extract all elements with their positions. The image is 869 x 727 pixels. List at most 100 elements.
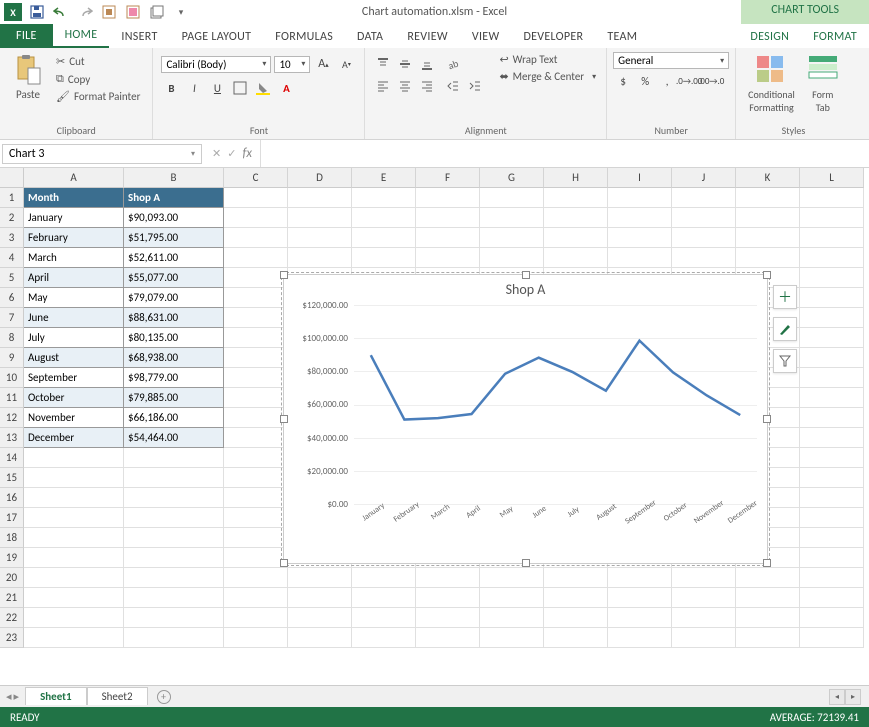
font-color-button[interactable]: A xyxy=(276,78,296,98)
add-sheet-button[interactable]: + xyxy=(154,687,174,707)
cell-A14[interactable] xyxy=(24,448,124,468)
cell-J20[interactable] xyxy=(672,568,736,588)
merge-center-button[interactable]: ⬌Merge & Center▾ xyxy=(495,69,600,84)
cell-I21[interactable] xyxy=(608,588,672,608)
tab-page-layout[interactable]: PAGE LAYOUT xyxy=(170,26,264,48)
cell-H3[interactable] xyxy=(544,228,608,248)
cell-B13[interactable]: $54,464.00 xyxy=(124,428,224,448)
cell-G21[interactable] xyxy=(480,588,544,608)
cell-B3[interactable]: $51,795.00 xyxy=(124,228,224,248)
cell-L20[interactable] xyxy=(800,568,864,588)
cell-B6[interactable]: $79,079.00 xyxy=(124,288,224,308)
row-header-22[interactable]: 22 xyxy=(0,608,24,628)
cut-button[interactable]: ✂Cut xyxy=(52,54,144,69)
col-header-L[interactable]: L xyxy=(800,168,864,188)
sheet-tab-2[interactable]: Sheet2 xyxy=(87,687,148,705)
cell-E4[interactable] xyxy=(352,248,416,268)
font-size-combo[interactable]: 10▾ xyxy=(274,56,310,73)
cell-B8[interactable]: $80,135.00 xyxy=(124,328,224,348)
tab-format[interactable]: FORMAT xyxy=(801,26,869,48)
row-header-19[interactable]: 19 xyxy=(0,548,24,568)
cell-B5[interactable]: $55,077.00 xyxy=(124,268,224,288)
row-header-15[interactable]: 15 xyxy=(0,468,24,488)
cell-B21[interactable] xyxy=(124,588,224,608)
chart-filters-button[interactable] xyxy=(773,349,797,373)
col-header-F[interactable]: F xyxy=(416,168,480,188)
cell-H22[interactable] xyxy=(544,608,608,628)
cell-C3[interactable] xyxy=(224,228,288,248)
tab-review[interactable]: REVIEW xyxy=(395,26,460,48)
font-name-combo[interactable]: Calibri (Body)▾ xyxy=(161,56,271,73)
cell-D23[interactable] xyxy=(288,628,352,648)
cell-E20[interactable] xyxy=(352,568,416,588)
col-header-B[interactable]: B xyxy=(124,168,224,188)
cell-A16[interactable] xyxy=(24,488,124,508)
cell-A15[interactable] xyxy=(24,468,124,488)
comma-button[interactable]: , xyxy=(657,71,677,91)
qat-button-2[interactable] xyxy=(122,1,144,23)
cell-D1[interactable] xyxy=(288,188,352,208)
cell-B2[interactable]: $90,093.00 xyxy=(124,208,224,228)
col-header-C[interactable]: C xyxy=(224,168,288,188)
row-header-7[interactable]: 7 xyxy=(0,308,24,328)
cell-H23[interactable] xyxy=(544,628,608,648)
align-left-icon[interactable] xyxy=(373,76,393,96)
cell-D20[interactable] xyxy=(288,568,352,588)
increase-font-icon[interactable]: A▴ xyxy=(313,54,333,74)
cell-J4[interactable] xyxy=(672,248,736,268)
cell-G22[interactable] xyxy=(480,608,544,628)
cell-G23[interactable] xyxy=(480,628,544,648)
cell-C18[interactable] xyxy=(224,528,288,548)
name-box[interactable]: Chart 3▾ xyxy=(2,144,202,164)
cell-K22[interactable] xyxy=(736,608,800,628)
cell-C1[interactable] xyxy=(224,188,288,208)
cell-I3[interactable] xyxy=(608,228,672,248)
tab-insert[interactable]: INSERT xyxy=(109,26,169,48)
row-header-18[interactable]: 18 xyxy=(0,528,24,548)
tab-scroll-left-icon[interactable]: ◂ xyxy=(6,690,12,703)
qat-customize-icon[interactable]: ▾ xyxy=(170,1,192,23)
cell-L8[interactable] xyxy=(800,328,864,348)
cell-A4[interactable]: March xyxy=(24,248,124,268)
row-header-17[interactable]: 17 xyxy=(0,508,24,528)
redo-icon[interactable] xyxy=(74,1,96,23)
align-middle-icon[interactable] xyxy=(395,54,415,74)
cell-L11[interactable] xyxy=(800,388,864,408)
sheet-tab-1[interactable]: Sheet1 xyxy=(25,687,87,705)
cell-D3[interactable] xyxy=(288,228,352,248)
cell-G20[interactable] xyxy=(480,568,544,588)
worksheet[interactable]: ABCDEFGHIJKL1MonthShop A2January$90,093.… xyxy=(0,168,869,698)
cell-L22[interactable] xyxy=(800,608,864,628)
save-icon[interactable] xyxy=(26,1,48,23)
cell-L16[interactable] xyxy=(800,488,864,508)
cell-A1[interactable]: Month xyxy=(24,188,124,208)
increase-decimal-icon[interactable]: .0→.00 xyxy=(679,71,699,91)
tab-view[interactable]: VIEW xyxy=(460,26,512,48)
col-header-E[interactable]: E xyxy=(352,168,416,188)
tab-file[interactable]: FILE xyxy=(0,24,53,48)
cell-B20[interactable] xyxy=(124,568,224,588)
cell-E23[interactable] xyxy=(352,628,416,648)
border-button[interactable] xyxy=(230,78,250,98)
cell-K21[interactable] xyxy=(736,588,800,608)
formula-input[interactable] xyxy=(260,140,869,167)
cell-E21[interactable] xyxy=(352,588,416,608)
col-header-H[interactable]: H xyxy=(544,168,608,188)
row-header-12[interactable]: 12 xyxy=(0,408,24,428)
cell-C19[interactable] xyxy=(224,548,288,568)
cell-A13[interactable]: December xyxy=(24,428,124,448)
cell-F20[interactable] xyxy=(416,568,480,588)
cell-A17[interactable] xyxy=(24,508,124,528)
cell-L21[interactable] xyxy=(800,588,864,608)
row-header-13[interactable]: 13 xyxy=(0,428,24,448)
bold-button[interactable]: B xyxy=(161,78,181,98)
cell-L13[interactable] xyxy=(800,428,864,448)
col-header-I[interactable]: I xyxy=(608,168,672,188)
row-header-23[interactable]: 23 xyxy=(0,628,24,648)
col-header-J[interactable]: J xyxy=(672,168,736,188)
percent-button[interactable]: % xyxy=(635,71,655,91)
cell-B23[interactable] xyxy=(124,628,224,648)
decrease-font-icon[interactable]: A▾ xyxy=(336,54,356,74)
tab-scroll-right-icon[interactable]: ▸ xyxy=(14,690,20,703)
cell-A9[interactable]: August xyxy=(24,348,124,368)
